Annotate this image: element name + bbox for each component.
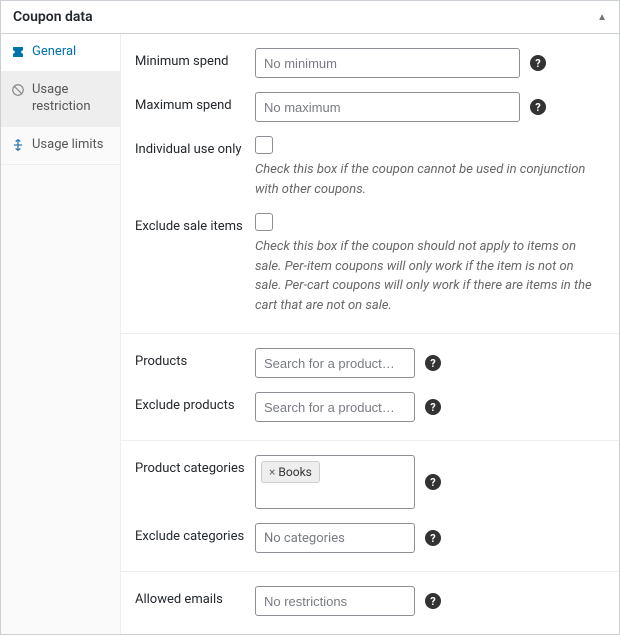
tab-label: General: [32, 44, 110, 61]
exclude-products-input[interactable]: [255, 392, 415, 422]
label-exclude-categories: Exclude categories: [135, 523, 255, 544]
minimum-spend-input[interactable]: [255, 48, 520, 78]
tabs-sidebar: General Usage restriction Usage limits: [1, 34, 121, 634]
help-icon[interactable]: ?: [530, 99, 546, 115]
panel-header: Coupon data ▲: [1, 1, 619, 34]
individual-use-description: Check this box if the coupon cannot be u…: [255, 160, 595, 199]
allowed-emails-input[interactable]: [255, 586, 415, 616]
tab-label: Usage restriction: [32, 82, 110, 116]
category-tag[interactable]: × Books: [261, 461, 320, 483]
exclude-sale-description: Check this box if the coupon should not …: [255, 237, 595, 315]
coupon-data-panel: Coupon data ▲ General Usage restriction: [0, 0, 620, 635]
section-spend: Minimum spend ? Maximum spend ?: [121, 34, 619, 334]
tab-usage-restriction[interactable]: Usage restriction: [1, 72, 120, 127]
row-exclude-sale: Exclude sale items Check this box if the…: [135, 213, 605, 315]
label-minimum-spend: Minimum spend: [135, 48, 255, 69]
products-input[interactable]: [255, 348, 415, 378]
row-allowed-emails: Allowed emails ?: [135, 586, 605, 616]
row-exclude-products: Exclude products ?: [135, 392, 605, 422]
label-individual-use: Individual use only: [135, 136, 255, 157]
help-icon[interactable]: ?: [425, 399, 441, 415]
collapse-toggle-icon[interactable]: ▲: [597, 12, 607, 23]
help-icon[interactable]: ?: [425, 355, 441, 371]
row-minimum-spend: Minimum spend ?: [135, 48, 605, 78]
help-icon[interactable]: ?: [530, 55, 546, 71]
label-product-categories: Product categories: [135, 455, 255, 476]
tab-content: Minimum spend ? Maximum spend ?: [121, 34, 619, 634]
section-emails: Allowed emails ?: [121, 572, 619, 634]
maximum-spend-input[interactable]: [255, 92, 520, 122]
row-exclude-categories: Exclude categories No categories ?: [135, 523, 605, 553]
limits-icon: [11, 138, 25, 152]
row-individual-use: Individual use only Check this box if th…: [135, 136, 605, 199]
exclude-categories-placeholder: No categories: [264, 531, 345, 546]
row-maximum-spend: Maximum spend ?: [135, 92, 605, 122]
tab-general[interactable]: General: [1, 34, 120, 72]
panel-body: General Usage restriction Usage limits M…: [1, 34, 619, 634]
remove-tag-icon[interactable]: ×: [269, 465, 275, 479]
ticket-icon: [11, 45, 25, 59]
exclude-sale-checkbox[interactable]: [255, 213, 273, 231]
label-allowed-emails: Allowed emails: [135, 586, 255, 607]
label-exclude-products: Exclude products: [135, 392, 255, 413]
label-exclude-sale: Exclude sale items: [135, 213, 255, 234]
product-categories-select[interactable]: × Books: [255, 455, 415, 509]
tab-label: Usage limits: [32, 137, 110, 154]
help-icon[interactable]: ?: [425, 530, 441, 546]
label-products: Products: [135, 348, 255, 369]
row-products: Products ?: [135, 348, 605, 378]
label-maximum-spend: Maximum spend: [135, 92, 255, 113]
exclude-categories-select[interactable]: No categories: [255, 523, 415, 553]
row-product-categories: Product categories × Books ?: [135, 455, 605, 509]
section-products: Products ? Exclude products ?: [121, 334, 619, 441]
panel-title: Coupon data: [13, 9, 93, 25]
help-icon[interactable]: ?: [425, 474, 441, 490]
section-categories: Product categories × Books ?: [121, 441, 619, 572]
tag-label: Books: [278, 465, 311, 479]
ban-icon: [11, 83, 25, 97]
individual-use-checkbox[interactable]: [255, 136, 273, 154]
tab-usage-limits[interactable]: Usage limits: [1, 127, 120, 165]
help-icon[interactable]: ?: [425, 593, 441, 609]
